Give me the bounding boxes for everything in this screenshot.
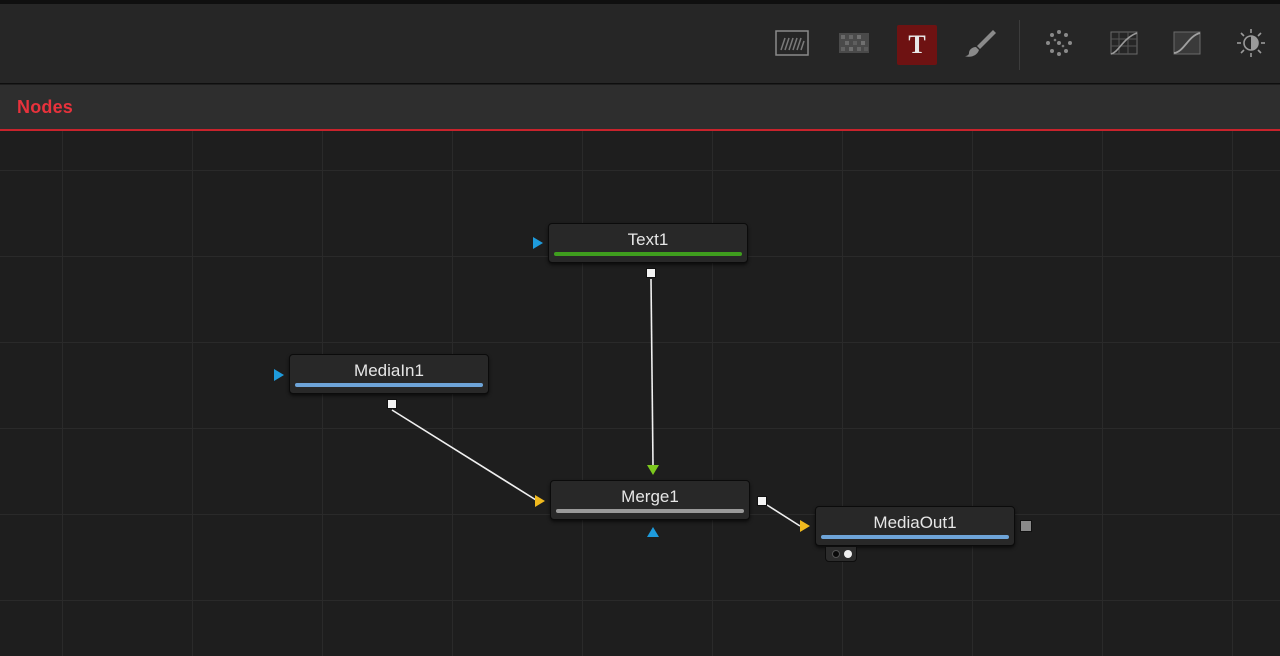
node-color-bar <box>821 535 1009 539</box>
mediain1-output-port[interactable] <box>387 399 397 409</box>
viewer-left-dot-icon[interactable] <box>832 550 840 558</box>
node-color-bar <box>556 509 744 513</box>
viewer-right-dot-icon[interactable] <box>844 550 852 558</box>
color-corrector-tool-button[interactable] <box>1167 25 1207 65</box>
particles-tool-button[interactable] <box>1039 25 1079 65</box>
mediaout1-input-arrow[interactable] <box>800 520 810 532</box>
brightness-contrast-tool-button[interactable] <box>1231 25 1271 65</box>
node-links <box>391 278 801 527</box>
node-text1[interactable]: Text1 <box>548 223 748 263</box>
fusion-app-window: T Nodes Text1 MediaIn1 Merge1 MediaOut1 <box>0 0 1280 656</box>
toolbar-separator <box>1019 20 1020 70</box>
fast-noise-icon <box>838 32 870 59</box>
color-curves-tool-button[interactable] <box>1104 25 1144 65</box>
particles-icon <box>1044 28 1074 63</box>
merge1-background-input-arrow[interactable] <box>535 495 545 507</box>
node-label: MediaOut1 <box>873 513 957 532</box>
link-merge1-to-mediaout1[interactable] <box>766 504 801 527</box>
text1-output-port[interactable] <box>646 268 656 278</box>
background-icon <box>775 29 809 61</box>
node-label: MediaIn1 <box>354 361 424 380</box>
mediaout1-output-port[interactable] <box>1020 520 1032 532</box>
viewer-indicator[interactable] <box>825 546 857 562</box>
node-mediain1[interactable]: MediaIn1 <box>289 354 489 394</box>
background-tool-button[interactable] <box>772 25 812 65</box>
panel-title: Nodes <box>17 97 74 117</box>
link-mediain1-to-merge1[interactable] <box>391 409 537 501</box>
fast-noise-tool-button[interactable] <box>834 25 874 65</box>
text-icon: T <box>908 30 926 59</box>
nodes-panel-header: Nodes <box>0 85 1280 131</box>
merge1-mask-input-arrow[interactable] <box>647 527 659 537</box>
merge1-foreground-input-arrow[interactable] <box>647 465 659 475</box>
text-tool-button[interactable]: T <box>897 25 937 65</box>
node-color-bar <box>554 252 742 256</box>
node-editor-canvas[interactable]: Text1 MediaIn1 Merge1 MediaOut1 <box>0 131 1280 656</box>
brightness-contrast-icon <box>1236 28 1266 63</box>
color-curves-icon <box>1109 30 1139 61</box>
node-color-bar <box>295 383 483 387</box>
node-label: Text1 <box>627 230 669 249</box>
link-text1-to-merge1[interactable] <box>650 278 654 466</box>
text1-input-arrow[interactable] <box>533 237 543 249</box>
gamma-curve-icon <box>1172 30 1202 61</box>
node-label: Merge1 <box>621 487 679 506</box>
mediain1-input-arrow[interactable] <box>274 369 284 381</box>
paint-tool-button[interactable] <box>960 25 1000 65</box>
merge1-output-port[interactable] <box>757 496 767 506</box>
paint-brush-icon <box>963 28 997 63</box>
node-merge1[interactable]: Merge1 <box>550 480 750 520</box>
toolbar: T <box>0 4 1280 84</box>
node-mediaout1[interactable]: MediaOut1 <box>815 506 1015 546</box>
